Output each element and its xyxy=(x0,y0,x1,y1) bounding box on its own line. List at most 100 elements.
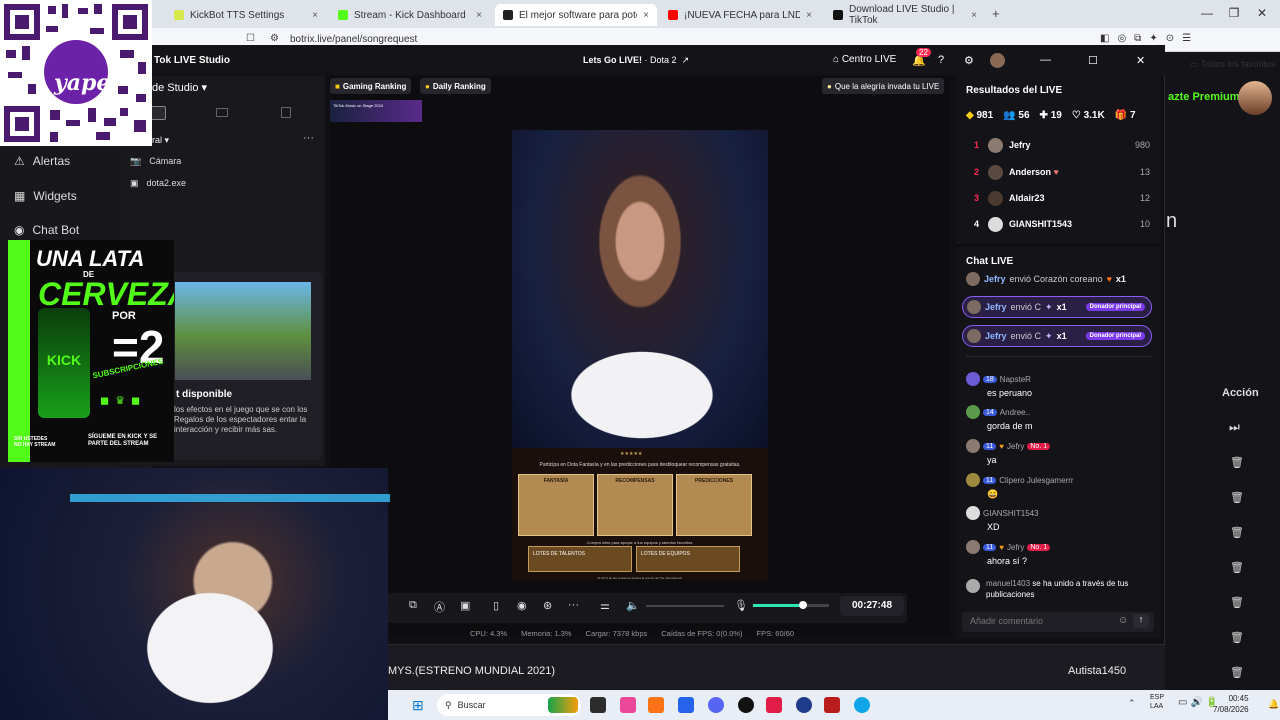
camera-switch-icon[interactable]: ⊛ xyxy=(543,599,552,612)
trash-icon[interactable]: 🗑 xyxy=(1230,561,1244,574)
mic-slider-handle[interactable] xyxy=(799,601,807,609)
chat-join-message[interactable]: manuel1403 se ha unido a través de tus p… xyxy=(966,578,1156,600)
landscape-layout-icon[interactable] xyxy=(216,108,228,117)
chat-message[interactable]: 11 ♥ Jefry No. 1 ahora sí ? xyxy=(966,540,1156,566)
close-icon[interactable]: × xyxy=(476,10,482,21)
dota-icon[interactable] xyxy=(824,697,840,713)
microphone-icon[interactable]: 🎙 xyxy=(734,599,748,612)
volume-icon[interactable]: 🔈 xyxy=(626,599,640,612)
trash-icon[interactable]: 🗑 xyxy=(1230,666,1244,679)
daily-ranking-button[interactable]: ● Daily Ranking xyxy=(420,78,491,94)
obs-icon[interactable] xyxy=(738,697,754,713)
trash-icon[interactable]: 🗑 xyxy=(1230,596,1244,609)
site-info-icon[interactable]: ⚙ xyxy=(270,33,279,44)
tiktok-icon[interactable] xyxy=(766,697,782,713)
emoji-icon[interactable]: ☺ xyxy=(1118,615,1128,626)
ranking-row[interactable]: 1 Jefry 980 xyxy=(966,134,1150,156)
close-icon[interactable]: ✕ xyxy=(1136,54,1145,67)
effects-icon[interactable]: ⧉ xyxy=(409,599,417,612)
rank-name: GIANSHIT1543 xyxy=(1009,219,1073,229)
trash-icon[interactable]: 🗑 xyxy=(1230,491,1244,504)
browser-tab-active[interactable]: El mejor software para potencia × xyxy=(495,4,657,26)
close-window-icon[interactable]: ✕ xyxy=(1252,6,1272,20)
ai-icon[interactable]: Ⓐ xyxy=(434,599,445,615)
more-icon[interactable]: ··· xyxy=(568,599,579,611)
language-indicator[interactable]: ESP LAA xyxy=(1150,693,1164,711)
extensions-icon[interactable]: ◧◎⧉✦⊙☰ xyxy=(1100,33,1199,44)
centro-live-button[interactable]: ⌂ Centro LIVE xyxy=(833,54,896,65)
url-input[interactable]: botrix.live/panel/songrequest xyxy=(290,34,417,45)
chat-message[interactable]: 11 ♥ Jefry No. 1 ya xyxy=(966,439,1156,465)
chat-message[interactable]: 11 Clipero Julesgamerrr 😄 xyxy=(966,473,1156,500)
maximize-icon[interactable]: ☐ xyxy=(1088,54,1098,67)
browser-tab[interactable]: Stream - Kick Dashboard × xyxy=(330,4,490,26)
chat-message[interactable]: 18 NapsteR es peruano xyxy=(966,372,1156,398)
taskview-icon[interactable] xyxy=(590,697,606,713)
sidebar-item-widgets[interactable]: ▦ Widgets xyxy=(14,189,77,203)
send-icon[interactable]: ↑ xyxy=(1133,614,1149,628)
new-tab-button[interactable]: + xyxy=(992,6,1000,21)
scene-item[interactable]: ▣ dota2.exe xyxy=(130,172,320,194)
warning-icon: ⚠ xyxy=(14,154,25,168)
more-icon[interactable]: ··· xyxy=(303,132,314,144)
browser-tab[interactable]: Download LIVE Studio | TikTok × xyxy=(825,4,985,26)
scene-item[interactable]: 📷 Cámara xyxy=(130,150,320,172)
ranking-row[interactable]: 4 GIANSHIT1543 10 xyxy=(966,213,1150,235)
close-icon[interactable]: × xyxy=(643,10,649,21)
tray-chevron-icon[interactable]: ⌃ xyxy=(1128,698,1136,709)
close-icon[interactable]: × xyxy=(971,10,977,21)
maximize-icon[interactable]: ❐ xyxy=(1224,6,1244,20)
live-title[interactable]: Lets Go LIVE! · Dota 2 ↗ xyxy=(583,55,689,66)
bookmark-icon[interactable]: ☐ xyxy=(246,33,255,44)
record-icon[interactable]: ◉ xyxy=(517,599,527,612)
gear-icon[interactable]: ⚙ xyxy=(964,54,974,67)
windows-start-icon[interactable]: ⊞ xyxy=(412,697,424,714)
screen-icon[interactable]: ▣ xyxy=(460,599,470,612)
sidebar-item-chatbot[interactable]: ◉ Chat Bot xyxy=(14,223,79,237)
avatar[interactable] xyxy=(990,53,1005,68)
dual-layout-icon[interactable] xyxy=(281,107,291,118)
trash-icon[interactable]: 🗑 xyxy=(1230,456,1244,469)
ranking-row[interactable]: 2 Anderson ♥ 13 xyxy=(966,161,1150,183)
section-dropdown[interactable]: ral ▾ xyxy=(152,135,169,146)
trash-icon[interactable]: 🗑 xyxy=(1230,631,1244,644)
chat-text: XD xyxy=(987,522,1000,532)
gift-text: envió C xyxy=(1010,302,1042,312)
announcement-button[interactable]: ● Que la alegría invada tu LIVE xyxy=(822,78,945,94)
avatar[interactable] xyxy=(1238,81,1272,115)
browser-tab[interactable]: KickBot TTS Settings × xyxy=(166,4,326,26)
chat-message[interactable]: 14 Andree.. gorda de m xyxy=(966,405,1156,431)
mic-level-fill xyxy=(753,604,803,607)
settings-sliders-icon[interactable]: ⚌ xyxy=(600,599,610,612)
close-icon[interactable]: × xyxy=(312,10,318,21)
sidebar-item-alertas[interactable]: ⚠ Alertas xyxy=(14,154,70,168)
ranking-row[interactable]: 3 Aldair23 12 xyxy=(966,187,1150,209)
brave-icon[interactable] xyxy=(648,697,664,713)
edge-icon[interactable] xyxy=(854,697,870,713)
premium-link[interactable]: azte Premium xyxy=(1168,91,1240,103)
fps-drop-stat: Caídas de FPS: 0(0.0%) xyxy=(661,629,743,638)
taskbar-clock[interactable]: 00:45 7/08/2026 xyxy=(1213,693,1249,715)
minimize-icon[interactable]: — xyxy=(1040,54,1051,66)
chat-message[interactable]: GIANSHIT1543 XD xyxy=(966,506,1156,532)
widget-icon[interactable] xyxy=(548,697,578,713)
volume-slider[interactable] xyxy=(646,605,724,607)
close-icon[interactable]: × xyxy=(806,10,812,21)
copilot-icon[interactable] xyxy=(620,697,636,713)
discord-icon[interactable] xyxy=(708,697,724,713)
share-icon[interactable]: ↗ xyxy=(679,55,690,65)
minimize-icon[interactable]: — xyxy=(1197,6,1217,20)
notifications-icon[interactable]: 🔔 xyxy=(1268,699,1279,710)
help-icon[interactable]: ? xyxy=(938,54,944,66)
phone-icon[interactable]: ▯ xyxy=(493,599,499,612)
trash-icon[interactable]: 🗑 xyxy=(1230,526,1244,539)
bookmarks-folder[interactable]: ▭ Todos los favoritos xyxy=(1190,59,1275,70)
steam-icon[interactable] xyxy=(796,697,812,713)
store-icon[interactable] xyxy=(678,697,694,713)
music-on-stage-banner[interactable]: TikTok Music on Stage 2024 xyxy=(330,100,422,122)
browser-tab[interactable]: ¡NUEVA FECHA para LNDZ! × xyxy=(660,4,820,26)
skip-icon[interactable]: ⏭ xyxy=(1229,420,1240,435)
sidebar-item-label: Alertas xyxy=(32,154,71,168)
studio-mode-dropdown[interactable]: de Studio ▾ xyxy=(152,81,207,94)
gaming-ranking-button[interactable]: ■ Gaming Ranking xyxy=(330,78,412,94)
